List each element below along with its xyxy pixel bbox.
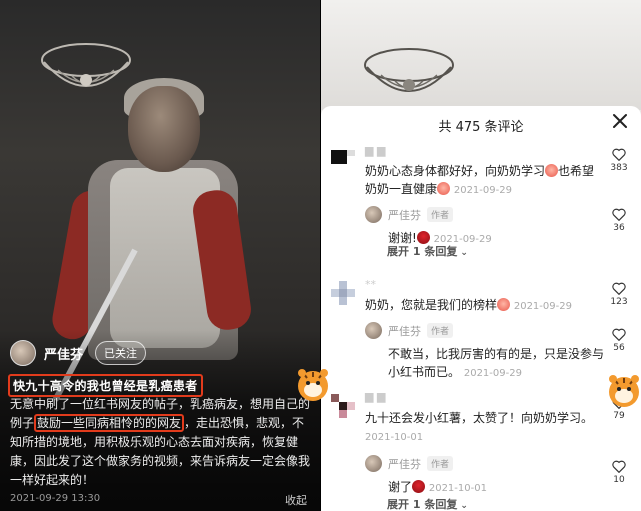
reply-date: 2021-09-29 [463, 368, 522, 379]
heart-icon [612, 208, 626, 221]
expand-label: 展开 1 条回复 [387, 245, 458, 258]
comment-date: 2021-10-01 [365, 432, 424, 443]
author-reply: 严佳芬 作者 谢了 2021-10-01 [365, 455, 605, 498]
avatar[interactable] [365, 206, 382, 223]
comment-text-part: 奶奶，您就是我们的榜样 [365, 298, 498, 312]
comment-count-title: 共 475 条评论 [438, 120, 524, 135]
rose-emoji-icon [412, 480, 426, 493]
reply-username[interactable]: 严佳芬 [388, 207, 421, 223]
author-reply: 严佳芬 作者 不敢当，比我厉害的有的是，只是没参与小红书而已。 2021-09-… [365, 322, 605, 383]
comment-username[interactable]: ** [365, 278, 376, 291]
post-date: 2021-09-29 13:30 [10, 493, 101, 504]
pig-emoji-icon [545, 164, 559, 177]
heart-icon [612, 148, 626, 161]
avatar[interactable] [365, 455, 382, 472]
like-count: 10 [613, 475, 625, 485]
comment-date: 2021-09-29 [513, 301, 572, 312]
comments-panel: 共 475 条评论 ▆ ▆ 奶奶心态身体都好好，向奶奶学习 也希望奶奶一直健康 2… [321, 0, 641, 511]
follow-button[interactable]: 已关注 [95, 341, 147, 365]
expand-replies-button[interactable]: 展开 1 条回复 ⌄ [387, 496, 468, 511]
comment-text[interactable]: 奶奶，您就是我们的榜样 2021-09-29 [365, 296, 605, 316]
heart-icon [612, 282, 626, 295]
like-button[interactable]: 10 [607, 460, 631, 485]
pig-emoji-icon [437, 182, 451, 195]
tiger-sticker-icon [298, 369, 328, 401]
comment-text-part: 奶奶心态身体都好好，向奶奶学习 [365, 164, 546, 178]
heart-icon [612, 328, 626, 341]
comment-username[interactable]: ▆ ▆ [365, 144, 385, 157]
tiger-sticker-icon [609, 375, 639, 407]
comment-username[interactable]: ▆ ▆ [365, 390, 385, 403]
author-avatar[interactable] [10, 340, 36, 366]
comment-text[interactable]: 奶奶心态身体都好好，向奶奶学习 也希望奶奶一直健康 2021-09-29 [365, 162, 605, 200]
chevron-down-icon: ⌄ [460, 501, 468, 511]
comment-date: 2021-09-29 [453, 185, 512, 196]
author-tag: 作者 [427, 456, 454, 471]
author-tag: 作者 [427, 207, 454, 222]
like-count: 36 [613, 223, 625, 233]
like-button[interactable]: 36 [607, 208, 631, 233]
comment-text[interactable]: 九十还会发小红薯，太赞了！向奶奶学习。 2021-10-01 [365, 409, 605, 447]
expand-label: 展开 1 条回复 [387, 498, 458, 511]
post-body-highlight: 鼓励一些同病相怜的的网友 [34, 414, 185, 432]
like-count: 79 [613, 411, 625, 421]
reply-text-part: 谢了 [388, 480, 413, 494]
reply-username[interactable]: 严佳芬 [388, 323, 421, 339]
video-panel[interactable]: 严佳芬 已关注 快九十高令的我也曾经是乳癌患者 无意中刷了一位红书网友的帖子，乳… [0, 0, 320, 511]
author-name[interactable]: 严佳芬 [44, 344, 83, 363]
post-body: 无意中刷了一位红书网友的帖子，乳癌病友，想用自己的例子 鼓励一些同病相怜的的网友，… [10, 395, 314, 490]
avatar[interactable] [331, 281, 355, 305]
chevron-down-icon: ⌄ [460, 248, 468, 258]
avatar[interactable] [331, 394, 355, 418]
like-count: 56 [613, 343, 625, 353]
comment-sheet: 共 475 条评论 ▆ ▆ 奶奶心态身体都好好，向奶奶学习 也希望奶奶一直健康 2… [321, 106, 641, 511]
reply-date: 2021-10-01 [428, 483, 487, 494]
reply-username[interactable]: 严佳芬 [388, 456, 421, 472]
like-button[interactable]: 383 [607, 148, 631, 173]
reply-text[interactable]: 不敢当，比我厉害的有的是，只是没参与小红书而已。 2021-09-29 [388, 345, 605, 383]
like-count: 123 [610, 297, 628, 307]
reply-text[interactable]: 谢了 2021-10-01 [388, 478, 605, 498]
comment-text-part: 九十还会发小红薯，太赞了！向奶奶学习。 [365, 411, 594, 425]
ceiling-lamp-image [41, 43, 131, 87]
author-tag: 作者 [427, 323, 454, 338]
heart-icon [612, 460, 626, 473]
expand-replies-button[interactable]: 展开 1 条回复 ⌄ [387, 243, 468, 259]
face-image [128, 86, 200, 172]
close-icon[interactable] [611, 112, 629, 130]
like-button[interactable]: 56 [607, 328, 631, 353]
avatar[interactable] [365, 322, 382, 339]
like-button[interactable]: 123 [607, 282, 631, 307]
collapse-button[interactable]: 收起 [285, 492, 307, 508]
post-title: 快九十高令的我也曾经是乳癌患者 [8, 374, 203, 397]
like-count: 383 [610, 163, 628, 173]
author-row: 严佳芬 已关注 [10, 340, 147, 366]
pig-emoji-icon [497, 298, 511, 311]
ceiling-lamp-image [364, 48, 454, 92]
avatar[interactable] [331, 146, 355, 170]
